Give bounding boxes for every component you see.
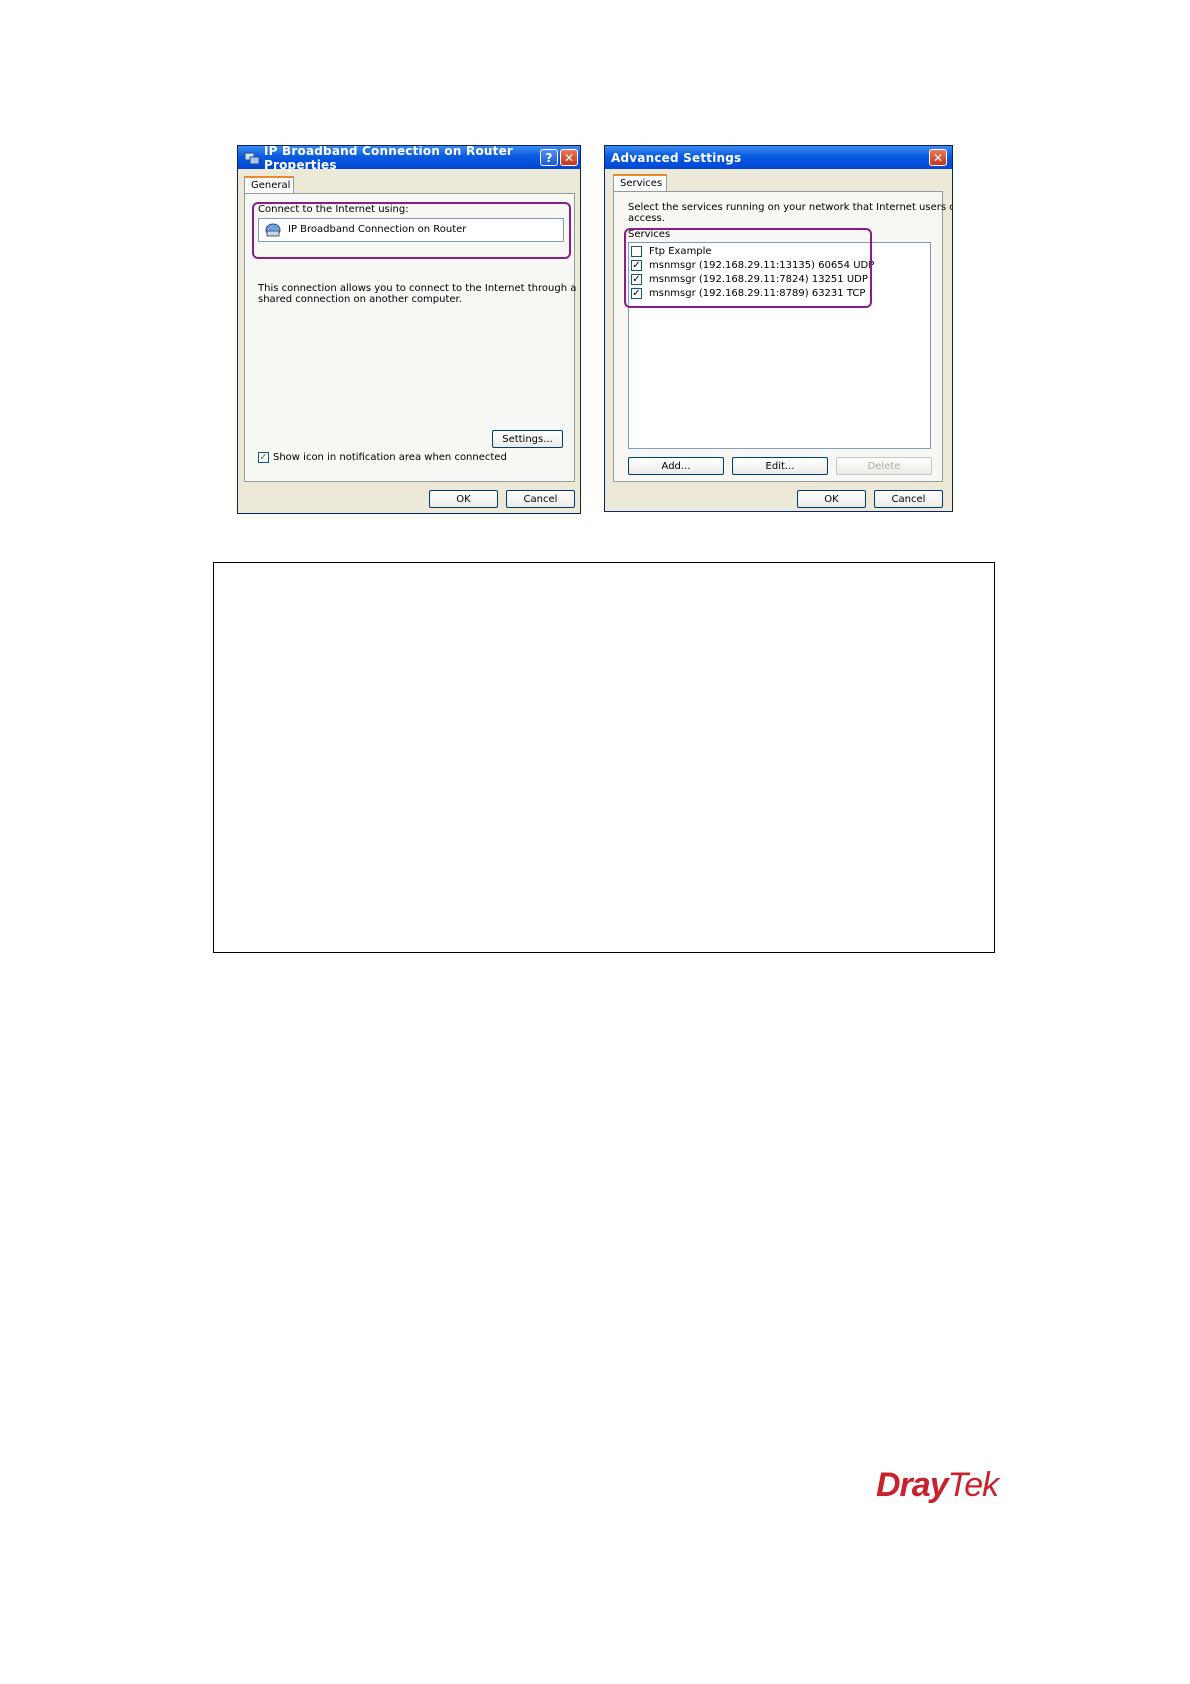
show-icon-checkbox[interactable]: ✓ — [258, 452, 269, 463]
close-button[interactable]: ✕ — [560, 149, 578, 166]
logo-part-tek: Tek — [947, 1466, 1000, 1504]
delete-button[interactable]: Delete — [836, 457, 932, 475]
help-button[interactable]: ? — [540, 149, 558, 166]
cancel-button[interactable]: Cancel — [506, 490, 575, 508]
properties-dialog: IP Broadband Connection on Router Proper… — [237, 145, 581, 514]
draytek-logo: DrayTek — [876, 1466, 1000, 1505]
advanced-ok-button[interactable]: OK — [797, 490, 866, 508]
instruction-line-1: Select the services running on your netw… — [628, 202, 953, 213]
show-icon-label: Show icon in notification area when conn… — [273, 452, 507, 463]
advanced-title: Advanced Settings — [611, 150, 742, 165]
network-connection-icon — [244, 150, 260, 166]
advanced-close-button[interactable]: ✕ — [929, 149, 947, 166]
add-button[interactable]: Add... — [628, 457, 724, 475]
empty-content-box — [213, 562, 995, 953]
edit-button[interactable]: Edit... — [732, 457, 828, 475]
logo-part-dray: Dray — [876, 1466, 949, 1504]
advanced-titlebar[interactable]: Advanced Settings — [605, 146, 952, 169]
properties-title: IP Broadband Connection on Router Proper… — [264, 145, 514, 172]
instruction-line-2: access. — [628, 213, 665, 224]
properties-titlebar[interactable]: IP Broadband Connection on Router Proper… — [238, 145, 580, 172]
tab-general[interactable]: General — [244, 176, 294, 194]
services-highlight — [624, 228, 872, 308]
advanced-settings-dialog: Advanced Settings ✕ Services Select the … — [604, 145, 953, 512]
tab-services[interactable]: Services — [613, 174, 667, 192]
advanced-cancel-button[interactable]: Cancel — [874, 490, 943, 508]
description-line-2: shared connection on another computer. — [258, 294, 462, 305]
ok-button[interactable]: OK — [429, 490, 498, 508]
settings-button[interactable]: Settings... — [492, 430, 563, 448]
connection-highlight — [252, 202, 571, 259]
